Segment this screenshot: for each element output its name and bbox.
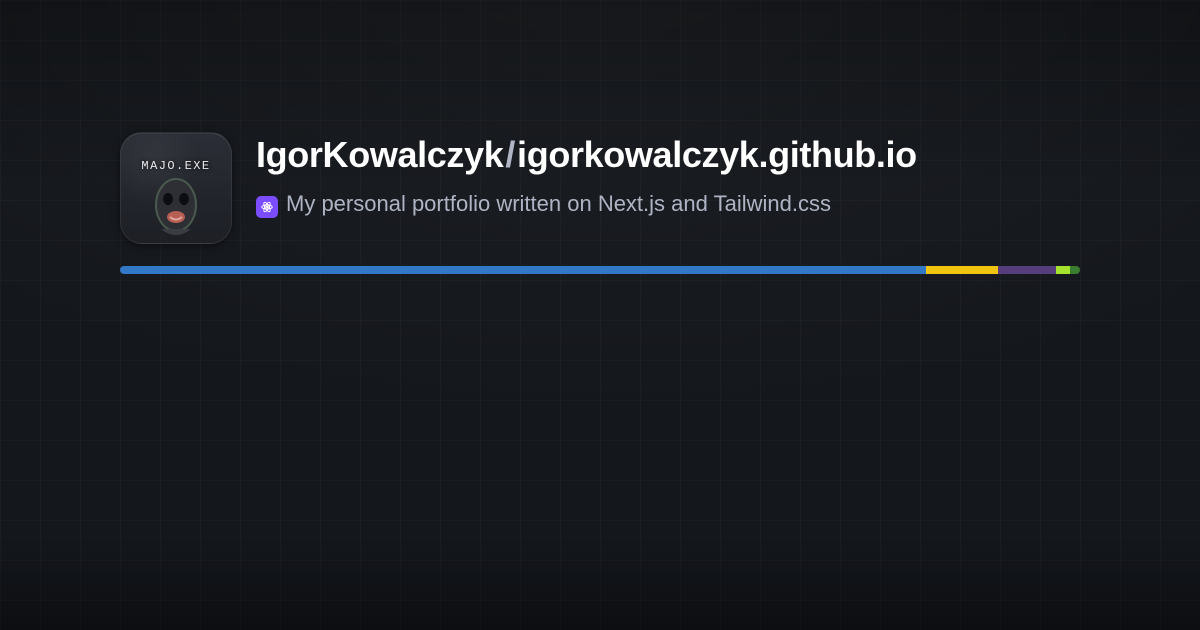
repo-description: My personal portfolio written on Next.js…	[256, 188, 917, 220]
language-segment	[1056, 266, 1070, 274]
repo-name: igorkowalczyk.github.io	[517, 134, 917, 175]
atom-icon	[256, 196, 278, 218]
mask-icon	[140, 175, 212, 239]
avatar-label: MAJO.EXE	[121, 159, 231, 173]
language-segment	[998, 266, 1056, 274]
language-segment	[1070, 266, 1080, 274]
repo-description-text: My personal portfolio written on Next.js…	[286, 191, 831, 216]
avatar: MAJO.EXE	[120, 132, 232, 244]
text-block: IgorKowalczyk/igorkowalczyk.github.io My…	[256, 132, 917, 220]
header-row: MAJO.EXE IgorKowalczyk/igorkowalczyk.git…	[120, 132, 1080, 244]
repo-title: IgorKowalczyk/igorkowalczyk.github.io	[256, 134, 917, 176]
repo-owner: IgorKowalczyk	[256, 134, 503, 175]
repo-card: MAJO.EXE IgorKowalczyk/igorkowalczyk.git…	[120, 132, 1080, 274]
language-segment	[926, 266, 998, 274]
repo-separator: /	[503, 134, 517, 175]
language-segment	[120, 266, 926, 274]
language-bar	[120, 266, 1080, 274]
